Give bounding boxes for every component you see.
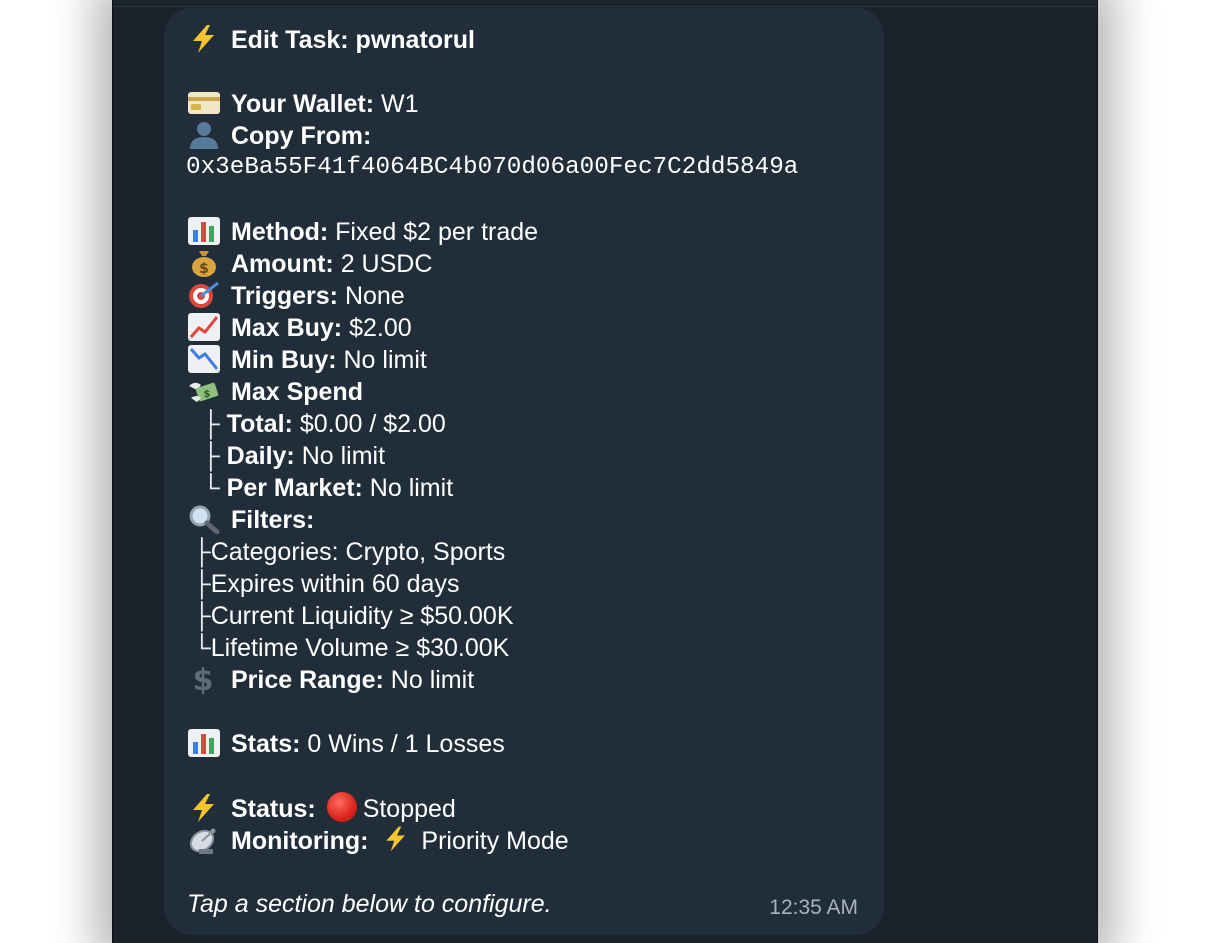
bar-chart-icon xyxy=(187,728,223,757)
filter-item: ├Expires within 60 days xyxy=(193,568,459,600)
max-buy-label: Max Buy: xyxy=(231,314,343,342)
stats-line: Stats: 0 Wins / 1 Losses xyxy=(187,728,505,760)
dollar-sign-icon: $ xyxy=(187,664,223,694)
svg-text:$: $ xyxy=(193,664,214,694)
stats-value: 0 Wins / 1 Losses xyxy=(307,730,505,758)
tree-end: └ xyxy=(193,634,211,662)
amount-value: 2 USDC xyxy=(340,250,433,278)
total-value: $0.00 / $2.00 xyxy=(299,410,446,438)
per-market-value: No limit xyxy=(369,474,454,502)
tree-branch: ├ xyxy=(193,602,211,630)
min-buy-line: Min Buy: No limit xyxy=(187,344,427,376)
filter-item: ├Categories: Crypto, Sports xyxy=(193,536,505,568)
filter-item: └Lifetime Volume ≥ $30.00K xyxy=(193,632,509,664)
filter-text: Lifetime Volume ≥ $30.00K xyxy=(210,634,510,662)
lightning-icon xyxy=(187,24,223,53)
filter-item: ├Current Liquidity ≥ $50.00K xyxy=(193,600,514,632)
max-spend-label: Max Spend xyxy=(231,378,363,406)
price-range-value: No limit xyxy=(390,666,475,694)
wallet-value: W1 xyxy=(381,90,419,118)
monitoring-line: Monitoring: Priority Mode xyxy=(187,824,569,856)
money-bag-icon: $ xyxy=(187,248,223,277)
tree-branch: ├ xyxy=(193,538,211,566)
magnifying-glass-icon xyxy=(187,504,223,534)
max-spend-per-market: └ Per Market: No limit xyxy=(202,472,453,504)
total-label: Total: xyxy=(226,410,293,438)
copy-from-address[interactable]: 0x3eBa55F41f4064BC4b070d06a00Fec7C2dd584… xyxy=(186,152,798,184)
top-divider xyxy=(113,6,1097,7)
max-buy-line: Max Buy: $2.00 xyxy=(187,312,412,344)
wallet-line: Your Wallet: W1 xyxy=(187,88,419,120)
max-spend-total: ├ Total: $0.00 / $2.00 xyxy=(202,408,446,440)
red-circle-icon xyxy=(326,792,357,822)
copy-from-label: Copy From: xyxy=(231,122,372,150)
money-with-wings-icon: $ xyxy=(187,376,223,404)
svg-text:$: $ xyxy=(204,389,211,400)
monitoring-label: Monitoring: xyxy=(231,827,369,855)
footer-hint: Tap a section below to configure. xyxy=(187,890,552,918)
triggers-line: Triggers: None xyxy=(187,280,405,312)
min-buy-label: Min Buy: xyxy=(231,346,337,374)
satellite-antenna-icon xyxy=(187,825,223,854)
min-buy-value: No limit xyxy=(343,346,427,374)
bar-chart-icon xyxy=(187,216,223,245)
lightning-icon xyxy=(187,793,223,822)
status-line: Status: Stopped xyxy=(187,792,456,824)
price-range-label: Price Range: xyxy=(231,666,384,694)
message-timestamp: 12:35 AM xyxy=(769,896,858,919)
method-line: Method: Fixed $2 per trade xyxy=(187,216,538,248)
triggers-value: None xyxy=(344,282,405,310)
price-range-line: $ Price Range: No limit xyxy=(187,664,475,696)
max-spend-daily: ├ Daily: No limit xyxy=(202,440,385,472)
lightning-icon xyxy=(381,824,411,854)
amount-line: $ Amount: 2 USDC xyxy=(187,248,432,280)
status-value: Stopped xyxy=(362,795,456,823)
credit-card-icon xyxy=(187,88,223,116)
status-label: Status: xyxy=(231,795,316,823)
filter-text: Current Liquidity ≥ $50.00K xyxy=(210,602,514,630)
person-silhouette-icon xyxy=(187,120,223,149)
max-buy-value: $2.00 xyxy=(349,314,412,342)
tree-branch: ├ xyxy=(202,410,220,438)
wallet-label: Your Wallet: xyxy=(231,90,375,118)
target-dart-icon xyxy=(187,280,223,308)
monitoring-value: Priority Mode xyxy=(421,827,569,855)
filters-label: Filters: xyxy=(231,506,315,534)
daily-label: Daily: xyxy=(226,442,295,470)
tree-branch: ├ xyxy=(193,570,211,598)
filter-text: Categories: Crypto, Sports xyxy=(210,538,506,566)
filter-text: Expires within 60 days xyxy=(210,570,460,598)
svg-text:$: $ xyxy=(199,261,209,277)
message-bubble[interactable]: Edit Task: pwnatorul Your Wallet: W1 Cop… xyxy=(164,8,884,935)
chart-decreasing-icon xyxy=(187,344,223,373)
method-value: Fixed $2 per trade xyxy=(335,218,539,246)
message-title: Edit Task: pwnatorul xyxy=(187,24,475,56)
stats-label: Stats: xyxy=(231,730,301,758)
method-label: Method: xyxy=(231,218,329,246)
title-label: Edit Task: pwnatorul xyxy=(231,26,475,54)
filters-line: Filters: xyxy=(187,504,314,536)
chart-increasing-icon xyxy=(187,312,223,341)
amount-label: Amount: xyxy=(231,250,334,278)
per-market-label: Per Market: xyxy=(226,474,363,502)
tree-end: └ xyxy=(202,474,220,502)
tree-branch: ├ xyxy=(202,442,220,470)
copy-from-line: Copy From: xyxy=(187,120,371,152)
daily-value: No limit xyxy=(301,442,386,470)
max-spend-line: $ Max Spend xyxy=(187,376,363,408)
triggers-label: Triggers: xyxy=(231,282,338,310)
